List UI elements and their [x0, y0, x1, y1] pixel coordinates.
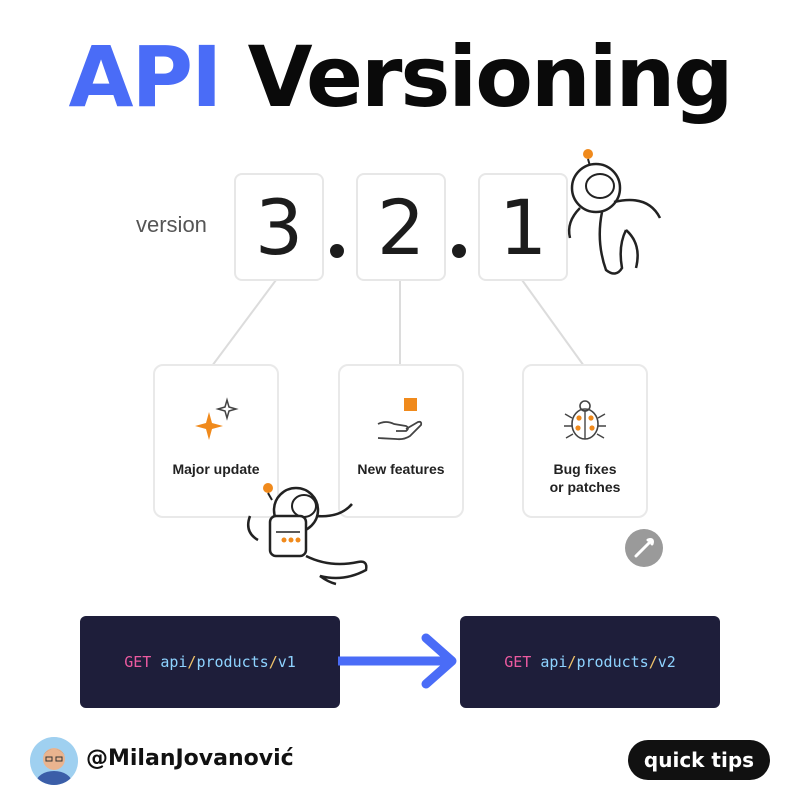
avatar-face-icon	[30, 737, 78, 785]
path-segment: v1	[277, 653, 296, 671]
code-request-v2: GET api / products / v2	[460, 616, 720, 708]
path-segment: api	[540, 653, 568, 671]
hand-gift-icon	[377, 398, 423, 441]
astronaut-icon	[567, 149, 662, 275]
path-separator: /	[567, 653, 577, 671]
avatar	[30, 737, 78, 785]
path-segment: api	[160, 653, 188, 671]
version-dot	[330, 244, 344, 258]
postman-logo-icon	[625, 529, 663, 567]
astronaut-icon	[247, 483, 368, 586]
code-request-v1: GET api / products / v1	[80, 616, 340, 708]
quick-tips-badge: quick tips	[628, 740, 770, 780]
major-digit: 3	[234, 173, 324, 281]
path-separator: /	[648, 653, 658, 671]
version-dot	[452, 244, 466, 258]
patch-digit: 1	[478, 173, 568, 281]
sparkle-icon	[195, 397, 239, 440]
ladybug-icon	[564, 400, 606, 440]
card-bug-fixes: Bug fixes or patches	[522, 364, 648, 518]
version-label: version	[136, 212, 207, 237]
author-handle: @MilanJovanović	[86, 746, 294, 771]
card-label-line: Bug fixes	[553, 461, 617, 477]
http-method: GET	[124, 653, 152, 671]
minor-digit: 2	[356, 173, 446, 281]
path-segment: products	[576, 653, 649, 671]
path-segment: v2	[657, 653, 676, 671]
path-segment: products	[196, 653, 269, 671]
arrow-right-icon	[338, 633, 457, 689]
path-separator: /	[268, 653, 278, 671]
card-label: Bug fixes or patches	[524, 460, 646, 496]
card-label-line: or patches	[549, 479, 621, 495]
path-separator: /	[187, 653, 197, 671]
http-method: GET	[504, 653, 532, 671]
